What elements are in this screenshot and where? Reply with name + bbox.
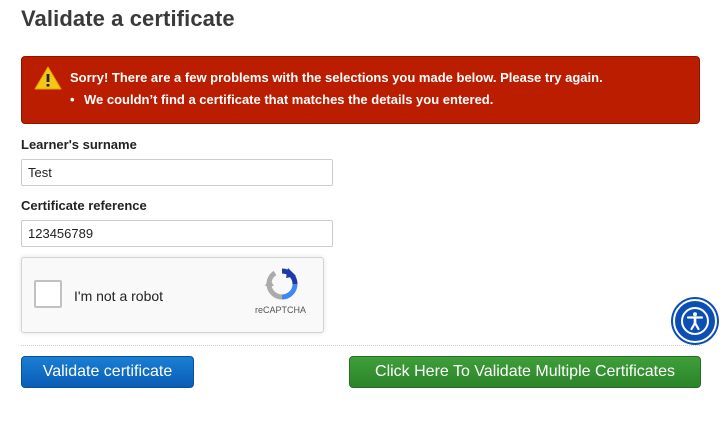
validate-multiple-certificates-button[interactable]: Click Here To Validate Multiple Certific… xyxy=(349,356,701,388)
surname-input[interactable] xyxy=(21,159,333,186)
recaptcha-checkbox[interactable] xyxy=(34,280,62,308)
validate-certificate-button[interactable]: Validate certificate xyxy=(21,356,194,388)
recaptcha-label: I'm not a robot xyxy=(74,288,164,304)
page-title: Validate a certificate xyxy=(21,6,235,31)
error-alert: Sorry! There are a few problems with the… xyxy=(21,56,700,124)
recaptcha-widget: I'm not a robot reCAPTCHA xyxy=(21,257,324,333)
form-divider xyxy=(21,345,702,346)
warning-icon xyxy=(34,66,62,90)
recaptcha-logo-icon xyxy=(265,268,298,300)
recaptcha-brand: reCAPTCHA xyxy=(255,305,307,315)
certificate-reference-label: Certificate reference xyxy=(21,198,147,213)
error-list: We couldn’t find a certificate that matc… xyxy=(70,92,493,107)
accessibility-button[interactable] xyxy=(673,299,717,343)
error-heading: Sorry! There are a few problems with the… xyxy=(70,70,603,85)
surname-label: Learner's surname xyxy=(21,137,137,152)
error-item: We couldn’t find a certificate that matc… xyxy=(70,92,493,107)
certificate-reference-input[interactable] xyxy=(21,220,333,247)
accessibility-icon xyxy=(681,307,709,335)
